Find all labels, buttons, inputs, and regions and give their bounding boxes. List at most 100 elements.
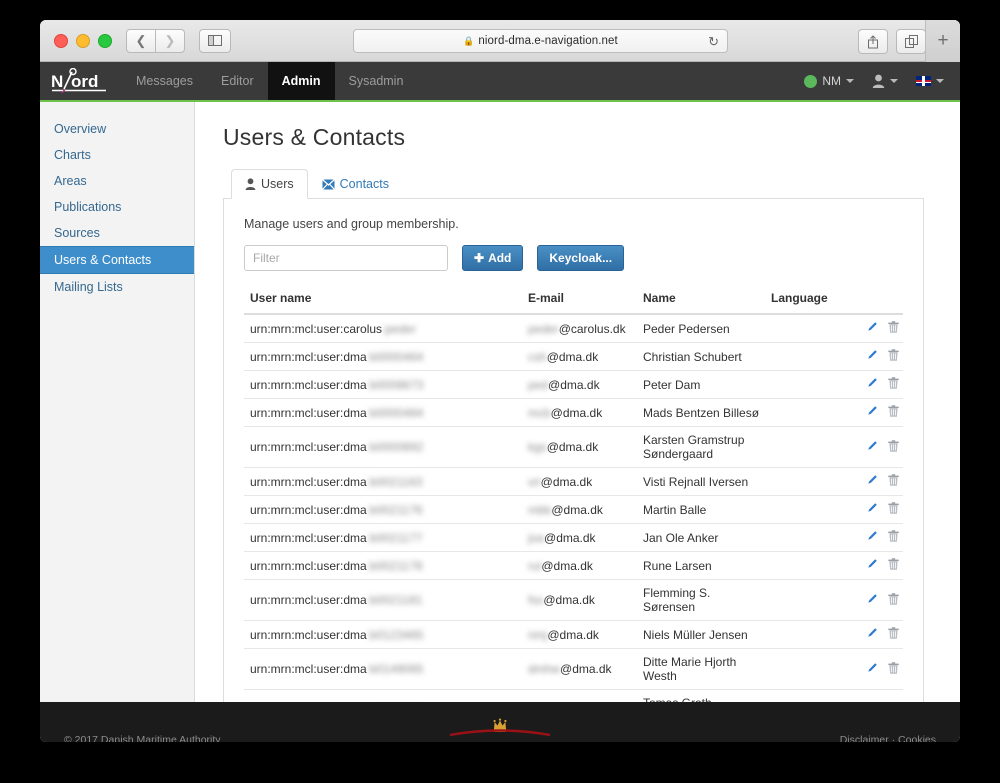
close-window-button[interactable] (54, 33, 68, 48)
back-button[interactable]: ❮ (126, 28, 156, 53)
table-row[interactable]: urn:mrn:mcl:user:dma:b0021163 vri@dma.dk V… (244, 467, 903, 496)
column-header-username[interactable]: User name (244, 285, 522, 315)
reload-button[interactable]: ↻ (708, 35, 719, 48)
delete-row-button[interactable] (888, 439, 899, 455)
language-menu[interactable] (916, 76, 944, 86)
table-row[interactable]: urn:mrn:mcl:user:dma:b0021176 mbb@dma.dk M… (244, 495, 903, 524)
nav-item-editor[interactable]: Editor (207, 62, 268, 100)
sidebar-toggle-button[interactable] (199, 28, 231, 53)
cell-name: Ditte Marie Hjorth Westh (637, 648, 765, 690)
domain-selector[interactable]: NM (804, 74, 854, 88)
table-row[interactable]: urn:mrn:mcl:user:dma:b0149065 dmhw@dma.dk… (244, 648, 903, 690)
lock-icon: 🔒 (463, 35, 475, 46)
user-menu[interactable] (872, 74, 898, 88)
edit-row-button[interactable] (866, 662, 878, 677)
edit-row-button[interactable] (866, 349, 878, 364)
tab-contacts[interactable]: Contacts (308, 169, 403, 199)
delete-row-button[interactable] (888, 349, 899, 364)
table-row[interactable]: urn:mrn:mcl:user:dma:b0021178 rul@dma.dk R… (244, 551, 903, 580)
edit-row-button[interactable] (866, 440, 878, 455)
new-tab-button[interactable]: + (925, 20, 960, 62)
cell-language (765, 523, 837, 552)
show-tabs-button[interactable] (896, 29, 926, 54)
add-user-button[interactable]: ✚ Add (462, 245, 524, 271)
edit-row-button[interactable] (866, 405, 878, 420)
trash-icon (888, 474, 899, 486)
sidebar-item-users-contacts[interactable]: Users & Contacts (40, 246, 194, 274)
delete-row-button[interactable] (888, 627, 899, 642)
filter-input[interactable] (244, 245, 448, 271)
tab-bar: Users Contacts (223, 169, 924, 199)
delete-row-button[interactable] (888, 661, 899, 677)
delete-row-button[interactable] (888, 530, 899, 545)
edit-row-button[interactable] (866, 321, 878, 336)
delete-row-button[interactable] (888, 321, 899, 336)
edit-row-button[interactable] (866, 627, 878, 642)
toolbar-right-buttons[interactable] (858, 29, 926, 54)
pencil-icon (868, 322, 877, 331)
sidebar-item-overview[interactable]: Overview (40, 116, 194, 142)
edit-row-button[interactable] (866, 593, 878, 608)
navigation-buttons[interactable]: ❮ ❯ (126, 28, 185, 53)
edit-row-button[interactable] (866, 530, 878, 545)
username-text: urn:mrn:mcl:user:dma (250, 593, 367, 607)
cell-actions (837, 370, 903, 399)
nav-item-sysadmin[interactable]: Sysadmin (335, 62, 418, 100)
cell-email: nmj@dma.dk (522, 620, 637, 649)
sidebar-item-sources[interactable]: Sources (40, 220, 194, 246)
cell-actions (837, 523, 903, 552)
table-row[interactable]: urn:mrn:mcl:user:dma:b0000892 kgs@dma.dk K… (244, 426, 903, 468)
window-controls[interactable] (54, 33, 112, 48)
column-header-name[interactable]: Name (637, 285, 765, 315)
column-header-actions (837, 285, 903, 315)
forward-button[interactable]: ❯ (156, 28, 185, 53)
nav-item-messages[interactable]: Messages (122, 62, 207, 100)
delete-row-button[interactable] (888, 558, 899, 573)
footer-links[interactable]: Disclaimer · Cookies (840, 734, 936, 742)
cell-language (765, 370, 837, 399)
domain-label: NM (822, 74, 841, 88)
nav-item-admin[interactable]: Admin (267, 62, 335, 100)
sidebar-item-charts[interactable]: Charts (40, 142, 194, 168)
delete-row-button[interactable] (888, 377, 899, 392)
delete-row-button[interactable] (888, 405, 899, 420)
table-row[interactable]: urn:mrn:mcl:user:dma:b0123465 nmj@dma.dk N… (244, 620, 903, 649)
table-row[interactable]: urn:mrn:mcl:user:dma:b0021177 joa@dma.dk J… (244, 523, 903, 552)
edit-row-button[interactable] (866, 502, 878, 517)
edit-row-button[interactable] (866, 558, 878, 573)
cell-actions (837, 620, 903, 649)
footer-logo: Danish Maritime Authority (40, 718, 960, 742)
delete-row-button[interactable] (888, 502, 899, 517)
tab-users[interactable]: Users (231, 169, 308, 199)
table-row[interactable]: urn:mrn:mcl:user:dma:b0000464 csh@dma.dk C… (244, 342, 903, 371)
column-header-language[interactable]: Language (765, 285, 837, 315)
username-text: urn:mrn:mcl:user:dma (250, 377, 367, 392)
table-row[interactable]: urn:mrn:mcl:user:dma:b0008673 ped@dma.dk P… (244, 370, 903, 399)
email-domain: @dma.dk (550, 405, 603, 420)
trash-icon (888, 405, 899, 417)
table-row[interactable]: urn:mrn:mcl:user:dma:b0021181 fss@dma.dk F… (244, 579, 903, 621)
delete-row-button[interactable] (888, 592, 899, 608)
share-button[interactable] (858, 29, 888, 54)
table-row[interactable]: urn:mrn:mcl:user:carolus:peder peder@caro… (244, 314, 903, 343)
brand-logo[interactable]: N ord (40, 62, 122, 100)
delete-row-button[interactable] (888, 474, 899, 489)
edit-row-button[interactable] (866, 474, 878, 489)
minimize-window-button[interactable] (76, 33, 90, 48)
cell-username: urn:mrn:mcl:user:dma:b0021178 (244, 551, 522, 580)
address-bar[interactable]: 🔒 niord-dma.e-navigation.net ↻ (353, 29, 728, 53)
trash-icon (888, 439, 899, 452)
table-row[interactable]: urn:mrn:mcl:user:dma:b0000484 mcb@dma.dk M… (244, 398, 903, 427)
sidebar-item-areas[interactable]: Areas (40, 168, 194, 194)
envelope-icon (321, 178, 335, 190)
zoom-window-button[interactable] (98, 33, 112, 48)
cell-username: urn:mrn:mcl:user:dma:b0021177 (244, 523, 522, 552)
panel-toolbar: ✚ Add Keycloak... (244, 245, 903, 271)
cell-actions (837, 551, 903, 580)
keycloak-button[interactable]: Keycloak... (537, 245, 625, 271)
column-header-email[interactable]: E-mail (522, 285, 637, 315)
edit-row-button[interactable] (866, 377, 878, 392)
email-domain: @dma.dk (547, 627, 599, 642)
sidebar-item-publications[interactable]: Publications (40, 194, 194, 220)
sidebar-item-mailing-lists[interactable]: Mailing Lists (40, 274, 194, 300)
